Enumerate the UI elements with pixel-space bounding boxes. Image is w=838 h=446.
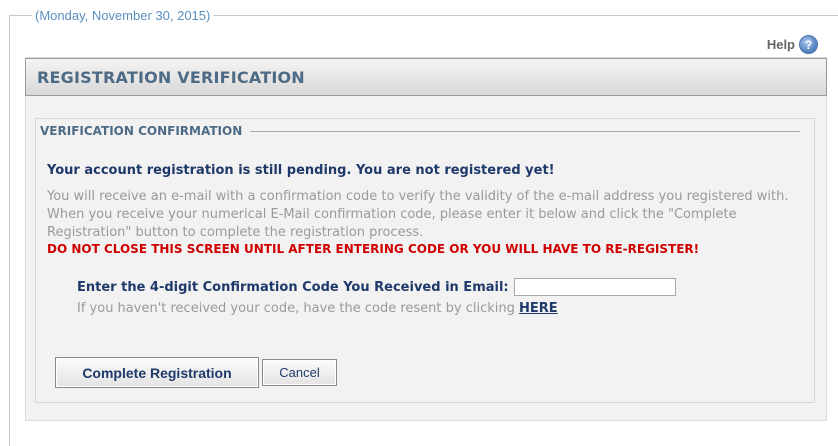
resend-text: If you haven't received your code, have … xyxy=(77,301,515,316)
resend-here-link[interactable]: HERE xyxy=(519,301,558,316)
pending-message: Your account registration is still pendi… xyxy=(47,163,555,178)
help-question-icon[interactable]: ? xyxy=(799,35,818,54)
help-label: Help xyxy=(766,37,795,52)
resend-row: If you haven't received your code, have … xyxy=(77,301,558,316)
registration-panel: REGISTRATION VERIFICATION VERIFICATION C… xyxy=(25,57,827,421)
info-text: You will receive an e-mail with a confir… xyxy=(47,189,789,240)
help-link[interactable]: Help ? xyxy=(767,35,818,54)
verification-section: VERIFICATION CONFIRMATION Your account r… xyxy=(35,118,815,403)
section-legend: VERIFICATION CONFIRMATION xyxy=(40,124,800,138)
date-legend: (Monday, November 30, 2015) xyxy=(32,8,214,23)
code-label: Enter the 4-digit Confirmation Code You … xyxy=(77,279,509,295)
complete-registration-button[interactable]: Complete Registration xyxy=(55,357,259,388)
code-row: Enter the 4-digit Confirmation Code You … xyxy=(77,278,676,296)
warning-message: DO NOT CLOSE THIS SCREEN UNTIL AFTER ENT… xyxy=(47,242,700,256)
cancel-button[interactable]: Cancel xyxy=(262,359,337,386)
panel-title: REGISTRATION VERIFICATION xyxy=(37,67,305,87)
section-divider xyxy=(250,130,800,132)
section-legend-text: VERIFICATION CONFIRMATION xyxy=(40,124,243,138)
confirmation-code-input[interactable] xyxy=(513,278,676,296)
panel-header: REGISTRATION VERIFICATION xyxy=(25,58,827,96)
